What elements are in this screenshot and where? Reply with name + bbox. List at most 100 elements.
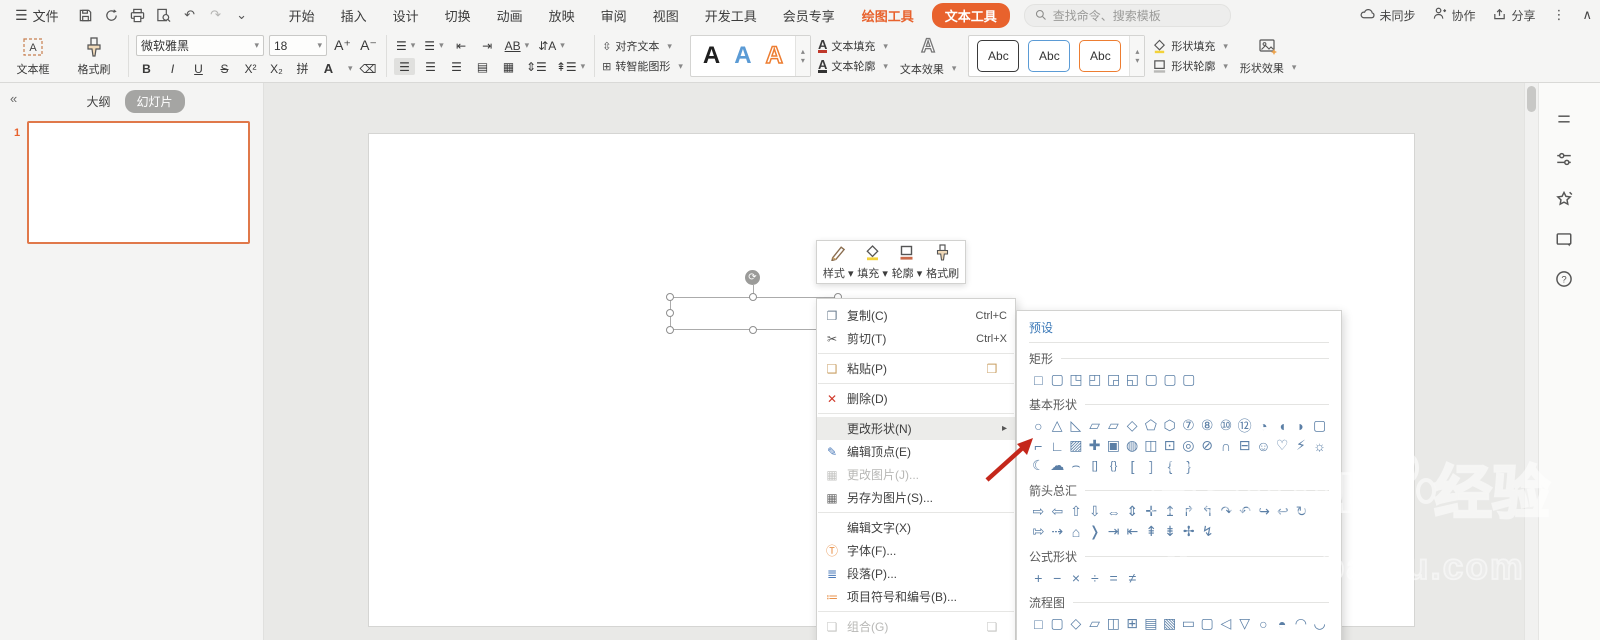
align-right-icon[interactable]: ☰ bbox=[446, 58, 467, 75]
tab-slides[interactable]: 幻灯片 bbox=[124, 89, 185, 113]
shape-option[interactable]: ☾ bbox=[1029, 456, 1048, 475]
resize-handle[interactable] bbox=[666, 293, 674, 301]
shape-option[interactable]: ◫ bbox=[1142, 436, 1161, 455]
shape-option[interactable]: ⌢ bbox=[1067, 456, 1086, 475]
paste-options-icon[interactable]: ❏ bbox=[977, 620, 1007, 634]
phonetic-guide-button[interactable]: 拼 bbox=[292, 60, 313, 77]
shape-option[interactable]: ✢ bbox=[1179, 522, 1198, 541]
print-icon[interactable] bbox=[130, 7, 146, 23]
decrease-indent-icon[interactable]: ⇤ bbox=[451, 37, 472, 54]
more-icon[interactable]: ⌄ bbox=[234, 7, 250, 23]
loop-rect-icon[interactable] bbox=[1554, 229, 1573, 248]
text-style-black[interactable]: A bbox=[703, 42, 720, 70]
menu-item-另存为图片[interactable]: ▦ 另存为图片(S)... bbox=[817, 486, 1015, 509]
shape-option[interactable]: ✛ bbox=[1142, 502, 1161, 521]
underline-button[interactable]: U bbox=[188, 60, 209, 77]
superscript-button[interactable]: X² bbox=[240, 60, 261, 77]
column-spacing-icon[interactable]: ⇞☰ ▾ bbox=[554, 58, 587, 75]
shape-option[interactable]: ☁ bbox=[1048, 456, 1067, 475]
collapse-panel-icon[interactable]: « bbox=[10, 91, 17, 106]
rotation-handle[interactable]: ⟳ bbox=[745, 270, 760, 285]
shape-option[interactable]: ÷ bbox=[1085, 568, 1104, 587]
shape-option[interactable]: ↻ bbox=[1292, 502, 1311, 521]
resize-handle[interactable] bbox=[749, 326, 757, 334]
shape-option[interactable]: ⊘ bbox=[1198, 436, 1217, 455]
menu-tab-切换[interactable]: 切换 bbox=[432, 2, 484, 29]
numbered-list-icon[interactable]: ☰ ▾ bbox=[422, 37, 445, 54]
align-left-icon[interactable]: ☰ bbox=[394, 58, 415, 75]
bullet-list-icon[interactable]: ☰ ▾ bbox=[394, 37, 417, 54]
shape-option[interactable]: ↪ bbox=[1255, 502, 1274, 521]
shape-option[interactable]: ◇ bbox=[1123, 416, 1142, 435]
menu-item-复制[interactable]: ❐ 复制(C) Ctrl+C bbox=[817, 304, 1015, 327]
text-style-orange-outline[interactable]: A bbox=[765, 41, 784, 70]
shape-option[interactable]: ⚡ bbox=[1292, 436, 1311, 455]
menu-tab-开发工具[interactable]: 开发工具 bbox=[692, 2, 770, 29]
lines2-icon[interactable] bbox=[1554, 109, 1573, 128]
text-outline-button[interactable]: A 文本轮廓 ▾ bbox=[817, 58, 888, 74]
shape-option[interactable]: ▤ bbox=[1142, 614, 1161, 633]
shape-option[interactable]: [] bbox=[1085, 456, 1104, 475]
tab-text-tools[interactable]: 文本工具 bbox=[931, 2, 1010, 28]
italic-button[interactable]: I bbox=[162, 60, 183, 77]
sparkle-star-icon[interactable] bbox=[1554, 189, 1573, 208]
shape-option[interactable]: ⇩ bbox=[1085, 502, 1104, 521]
gallery-more-button[interactable]: ▴ ▾ bbox=[794, 36, 810, 76]
align-text-button[interactable]: ⇳ 对齐文本 ▾ bbox=[602, 38, 683, 54]
shape-option[interactable]: ▭ bbox=[1179, 614, 1198, 633]
shape-option[interactable]: ◲ bbox=[1104, 370, 1123, 389]
shape-option[interactable]: ⑩ bbox=[1217, 416, 1236, 435]
shape-option[interactable]: ◖ bbox=[1273, 416, 1292, 435]
shape-style-blue[interactable]: Abc bbox=[1028, 40, 1071, 72]
shape-option[interactable]: ◎ bbox=[1179, 436, 1198, 455]
shape-option[interactable]: ⇥ bbox=[1104, 522, 1123, 541]
shape-option[interactable]: ↷ bbox=[1217, 502, 1236, 521]
shape-style-black[interactable]: Abc bbox=[977, 40, 1020, 72]
shape-option[interactable]: ⇔ bbox=[1104, 502, 1123, 521]
shape-option[interactable]: ▧ bbox=[1160, 614, 1179, 633]
font-size-select[interactable]: 18 ▾ bbox=[269, 35, 327, 56]
clear-format-eraser-icon[interactable]: ⌫ bbox=[358, 60, 379, 77]
shape-option[interactable]: ☼ bbox=[1310, 436, 1329, 455]
shape-option[interactable]: ▢ bbox=[1198, 614, 1217, 633]
shape-option[interactable]: ▢ bbox=[1179, 370, 1198, 389]
menu-item-项目符号和编号[interactable]: ≔ 项目符号和编号(B)... bbox=[817, 585, 1015, 608]
shape-option[interactable]: [ bbox=[1123, 456, 1142, 475]
shape-option[interactable]: ☺ bbox=[1254, 436, 1273, 455]
shape-option[interactable]: ⑦ bbox=[1179, 416, 1198, 435]
shape-option[interactable]: ◁ bbox=[1217, 614, 1236, 633]
menu-item-剪切[interactable]: ✂ 剪切(T) Ctrl+X bbox=[817, 327, 1015, 350]
resize-handle[interactable] bbox=[666, 309, 674, 317]
shape-option[interactable]: ⬠ bbox=[1142, 416, 1161, 435]
menu-item-段落[interactable]: ≣ 段落(P)... bbox=[817, 562, 1015, 585]
increase-indent-icon[interactable]: ⇥ bbox=[477, 37, 498, 54]
shape-option[interactable]: ↩ bbox=[1273, 502, 1292, 521]
shape-option[interactable]: ⊞ bbox=[1123, 614, 1142, 633]
shape-option[interactable]: ⇦ bbox=[1048, 502, 1067, 521]
shape-fill-button[interactable]: 形状填充 ▾ bbox=[1152, 38, 1228, 54]
undo-icon[interactable]: ↶ bbox=[182, 7, 198, 23]
vertical-scrollbar[interactable] bbox=[1524, 83, 1538, 640]
shrink-font-button[interactable]: A⁻ bbox=[358, 37, 379, 54]
mini-style-pen-button[interactable]: 样式 ▾ bbox=[823, 244, 853, 281]
align-center-icon[interactable]: ☰ bbox=[420, 58, 441, 75]
text-effect-button[interactable]: A 文本效果 ▾ bbox=[895, 34, 962, 79]
shape-option[interactable]: ∟ bbox=[1048, 436, 1067, 455]
shape-option[interactable]: ⑧ bbox=[1198, 416, 1217, 435]
distribute-icon[interactable]: ▦ bbox=[498, 58, 519, 75]
text-style-blue[interactable]: A bbox=[734, 42, 751, 70]
text-fill-button[interactable]: A 文本填充 ▾ bbox=[817, 38, 888, 54]
font-color-caret[interactable]: ▾ bbox=[348, 63, 353, 74]
menu-tab-放映[interactable]: 放映 bbox=[536, 2, 588, 29]
shape-style-orange[interactable]: Abc bbox=[1079, 40, 1122, 72]
menu-item-编辑文字[interactable]: 编辑文字(X) bbox=[817, 516, 1015, 539]
menu-tab-开始[interactable]: 开始 bbox=[276, 2, 328, 29]
menu-tab-会员专享[interactable]: 会员专享 bbox=[770, 2, 848, 29]
more-dots-button[interactable]: ⋮ bbox=[1552, 7, 1565, 23]
menu-item-字体[interactable]: Ⓣ 字体(F)... bbox=[817, 539, 1015, 562]
shape-option[interactable]: ⇧ bbox=[1067, 502, 1086, 521]
shape-option[interactable]: ↱ bbox=[1179, 502, 1198, 521]
shape-option[interactable]: ◠ bbox=[1292, 614, 1311, 633]
help-icon[interactable]: ? bbox=[1554, 269, 1573, 288]
shape-option[interactable]: } bbox=[1179, 456, 1198, 475]
